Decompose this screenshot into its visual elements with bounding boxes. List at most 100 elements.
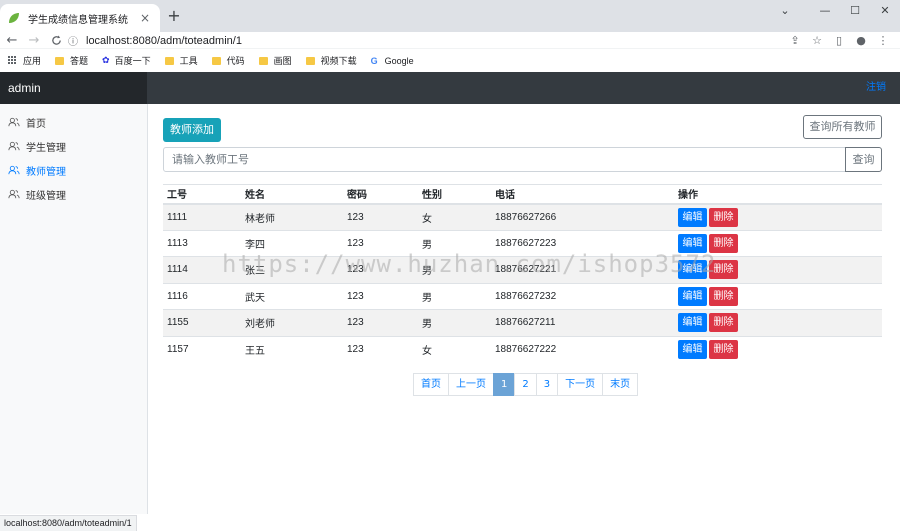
edit-button[interactable]: 编辑	[678, 207, 707, 227]
users-icon	[8, 165, 20, 175]
bookmark-label: 视频下载	[320, 56, 357, 66]
search-group: 请输入教师工号 查询	[163, 147, 882, 172]
bookmark-star-icon[interactable]: ☆	[806, 34, 828, 47]
table-row: 1116 武天 123 男 18876627232 编辑 删除	[163, 282, 882, 310]
leaf-favicon-icon	[9, 13, 19, 23]
sidebar-item-students[interactable]: 学生管理	[0, 134, 147, 158]
delete-button[interactable]: 删除	[709, 207, 738, 227]
sidebar: 首页 学生管理 教师管理 班级管理	[0, 104, 148, 514]
edit-button[interactable]: 编辑	[678, 313, 707, 333]
add-teacher-button[interactable]: 教师添加	[163, 118, 221, 142]
bookmark-label: 画图	[273, 56, 292, 66]
page-first[interactable]: 首页	[413, 373, 449, 396]
back-arrow-icon[interactable]: ←	[4, 32, 20, 49]
header-gender: 性别	[418, 184, 491, 205]
bookmark-draw[interactable]: 画图	[258, 54, 292, 67]
brand[interactable]: admin	[0, 72, 147, 104]
page-next[interactable]: 下一页	[557, 373, 604, 396]
tab-close-icon[interactable]: ×	[138, 11, 152, 25]
baidu-paw-icon: ✿	[102, 55, 110, 65]
delete-button[interactable]: 删除	[709, 313, 738, 333]
new-tab-button[interactable]: +	[165, 6, 183, 26]
page-last[interactable]: 末页	[602, 373, 639, 396]
bookmark-apps[interactable]: 应用	[8, 54, 41, 67]
table-row: 1157 王五 123 女 18876627222 编辑 删除	[163, 335, 882, 363]
sidebar-item-teachers[interactable]: 教师管理	[0, 158, 147, 182]
bookmark-google[interactable]: G Google	[371, 56, 414, 66]
minimize-icon[interactable]: —	[810, 0, 840, 22]
reload-icon[interactable]	[48, 32, 64, 51]
sidebar-item-label: 学生管理	[26, 142, 66, 154]
logout-link[interactable]: 注销	[866, 72, 886, 104]
cell-password: 123	[343, 282, 418, 310]
cell-gender: 男	[418, 282, 491, 310]
cell-actions: 编辑 删除	[674, 335, 882, 363]
query-all-teachers-button[interactable]: 查询所有教师	[803, 115, 882, 139]
edit-button[interactable]: 编辑	[678, 286, 707, 306]
cell-name: 王五	[241, 335, 343, 363]
window-controls: ⌄ — ☐ ✕	[770, 0, 900, 22]
address-bar[interactable]: ⓘ localhost:8080/adm/toteadmin/1	[68, 32, 790, 49]
maximize-icon[interactable]: ☐	[840, 0, 870, 22]
sidebar-item-home[interactable]: 首页	[0, 110, 147, 134]
cell-gender: 女	[418, 335, 491, 363]
cell-id: 1155	[163, 309, 241, 336]
close-window-icon[interactable]: ✕	[870, 0, 900, 22]
page-2[interactable]: 2	[514, 373, 537, 396]
bookmark-code[interactable]: 代码	[211, 54, 245, 67]
browser-tab[interactable]: 学生成绩信息管理系统 ×	[0, 4, 160, 32]
cell-phone: 18876627266	[491, 203, 674, 230]
search-button[interactable]: 查询	[845, 147, 882, 172]
bookmark-label: 答题	[70, 56, 89, 66]
users-icon	[8, 117, 20, 127]
users-icon	[8, 141, 20, 151]
cell-password: 123	[343, 203, 418, 230]
table-header-row: 工号 姓名 密码 性别 电话 操作	[163, 184, 882, 205]
watermark: https://www.huzhan.com/ishop3572	[222, 250, 717, 278]
browser-menu-icon[interactable]: ⋮	[872, 34, 894, 47]
bookmarks-bar: 应用 答题 ✿ 百度一下 工具 代码 画图 视频下载 G Google	[0, 49, 900, 72]
url-text: localhost:8080/adm/toteadmin/1	[86, 34, 242, 47]
share-icon[interactable]: ⇪	[784, 34, 806, 47]
delete-button[interactable]: 删除	[709, 286, 738, 306]
bookmark-label: 代码	[226, 56, 245, 66]
bookmark-tools[interactable]: 工具	[164, 54, 198, 67]
status-bar: localhost:8080/adm/toteadmin/1	[0, 515, 137, 531]
site-info-icon[interactable]: ⓘ	[68, 33, 78, 48]
bookmark-baidu[interactable]: ✿ 百度一下	[102, 54, 151, 67]
forward-arrow-icon[interactable]: →	[26, 32, 42, 49]
page-3[interactable]: 3	[535, 373, 559, 396]
table-row: 1155 刘老师 123 男 18876627211 编辑 删除	[163, 309, 882, 336]
bookmark-label: 工具	[179, 56, 198, 66]
cell-actions: 编辑 删除	[674, 309, 882, 336]
users-icon	[8, 189, 20, 199]
tab-search-chevron-icon[interactable]: ⌄	[770, 0, 800, 22]
page-prev[interactable]: 上一页	[448, 373, 494, 396]
cell-phone: 18876627222	[491, 335, 674, 363]
cell-gender: 女	[418, 203, 491, 230]
tab-title: 学生成绩信息管理系统	[28, 14, 128, 26]
teacher-id-search-input[interactable]: 请输入教师工号	[163, 147, 846, 172]
header-id: 工号	[163, 184, 241, 205]
cell-id: 1157	[163, 335, 241, 363]
cell-id: 1111	[163, 203, 241, 230]
cell-actions: 编辑 删除	[674, 203, 882, 230]
cell-password: 123	[343, 335, 418, 363]
bookmark-video[interactable]: 视频下载	[305, 54, 357, 67]
page-1[interactable]: 1	[493, 373, 516, 396]
bookmark-label: 百度一下	[114, 56, 151, 66]
bookmark-label: 应用	[23, 56, 42, 66]
cell-name: 武天	[241, 282, 343, 310]
browser-tab-bar: 学生成绩信息管理系统 × + ⌄ — ☐ ✕	[0, 0, 900, 32]
edit-button[interactable]: 编辑	[678, 340, 707, 359]
pagination: 首页 上一页 1 2 3 下一页 末页	[413, 373, 639, 396]
folder-icon	[164, 56, 174, 65]
delete-button[interactable]: 删除	[709, 340, 738, 359]
bookmark-dati[interactable]: 答题	[55, 54, 88, 67]
sidebar-item-classes[interactable]: 班级管理	[0, 182, 147, 206]
side-panel-icon[interactable]: ▯	[828, 34, 850, 47]
apps-grid-icon	[8, 56, 17, 65]
cell-id: 1116	[163, 282, 241, 310]
table-row: 1111 林老师 123 女 18876627266 编辑 删除	[163, 203, 882, 230]
profile-avatar-icon[interactable]: ●	[850, 34, 872, 47]
